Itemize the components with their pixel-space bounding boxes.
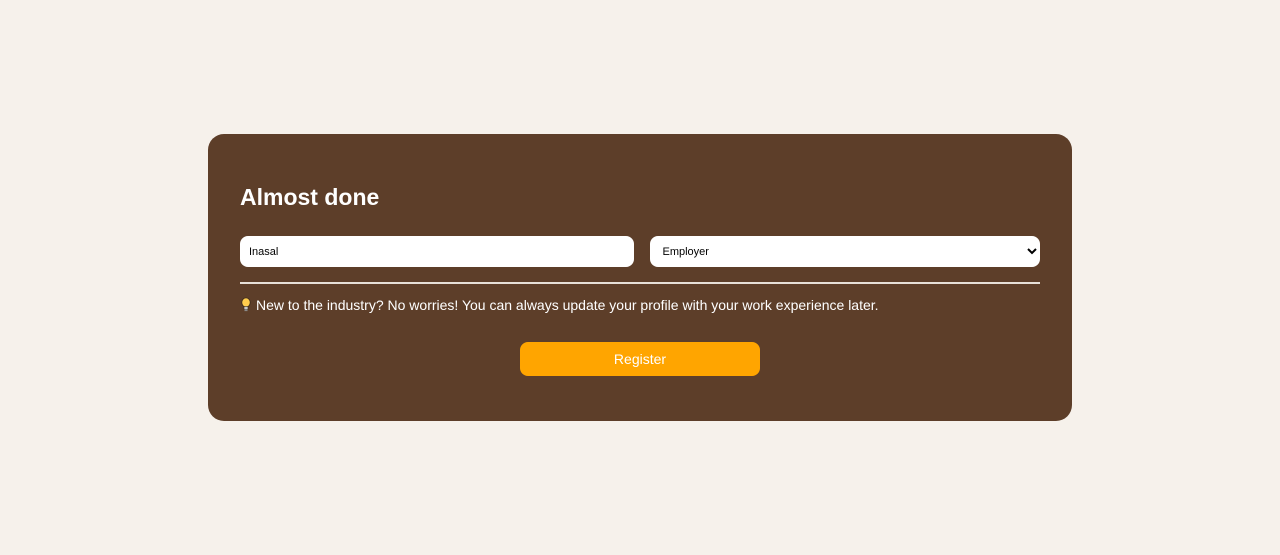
page-title: Almost done	[240, 184, 380, 210]
lightbulb-icon	[240, 297, 252, 313]
divider	[240, 282, 1040, 284]
name-input[interactable]	[240, 236, 634, 267]
form-row: Employer	[240, 236, 1040, 267]
role-select[interactable]: Employer	[649, 236, 1040, 267]
hint-message: New to the industry? No worries! You can…	[240, 297, 879, 313]
register-button[interactable]: Register	[520, 342, 760, 376]
hint-text: New to the industry? No worries! You can…	[256, 297, 879, 313]
registration-card: Almost done Employer New to the industry…	[208, 134, 1072, 421]
